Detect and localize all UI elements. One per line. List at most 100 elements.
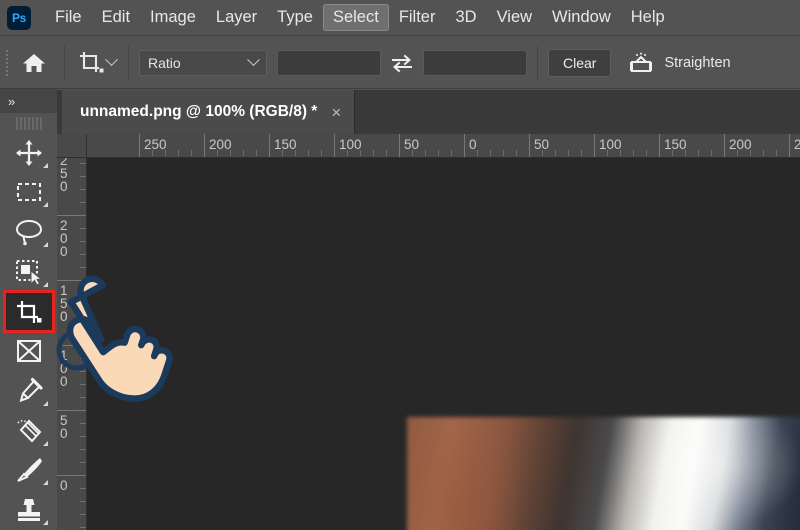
tool-healing-brush[interactable] bbox=[6, 411, 52, 451]
tool-flyout-corner-icon bbox=[42, 242, 48, 248]
tool-move[interactable] bbox=[6, 133, 52, 173]
swap-arrows-icon bbox=[392, 54, 412, 72]
ruler-minor-tick bbox=[542, 150, 543, 156]
ruler-minor-tick bbox=[763, 150, 764, 156]
ruler-minor-tick bbox=[80, 319, 86, 320]
document-tab[interactable]: unnamed.png @ 100% (RGB/8) * × bbox=[62, 90, 356, 134]
tab-close-icon[interactable]: × bbox=[331, 104, 341, 121]
quick-selection-tool-icon bbox=[15, 259, 42, 286]
ruler-minor-tick bbox=[672, 150, 673, 156]
menu-item-filter[interactable]: Filter bbox=[389, 4, 446, 32]
active-tool-preset[interactable] bbox=[75, 46, 118, 80]
ruler-tick bbox=[659, 134, 660, 157]
ruler-minor-tick bbox=[412, 150, 413, 156]
ruler-minor-tick bbox=[711, 150, 712, 156]
ruler-minor-tick bbox=[80, 449, 86, 450]
ruler-minor-tick bbox=[425, 150, 426, 156]
ruler-label: 100 bbox=[339, 137, 362, 152]
ruler-minor-tick bbox=[80, 397, 86, 398]
ruler-tick bbox=[57, 410, 86, 411]
ruler-tick bbox=[269, 134, 270, 157]
ruler-origin-corner[interactable] bbox=[57, 134, 87, 158]
crop-width-input[interactable] bbox=[277, 49, 381, 76]
swap-dimensions-button[interactable] bbox=[385, 48, 419, 78]
ruler-label: 200 bbox=[60, 218, 68, 259]
tool-crop[interactable] bbox=[2, 289, 55, 334]
menu-item-help[interactable]: Help bbox=[621, 4, 675, 32]
ruler-minor-tick bbox=[503, 150, 504, 156]
menu-item-3d[interactable]: 3D bbox=[445, 4, 486, 32]
ruler-label: 150 bbox=[60, 283, 68, 324]
aspect-ratio-select[interactable]: Ratio bbox=[139, 49, 267, 76]
ruler-minor-tick bbox=[243, 150, 244, 156]
ruler-minor-tick bbox=[360, 150, 361, 156]
menu-item-file[interactable]: File bbox=[45, 4, 92, 32]
clear-button[interactable]: Clear bbox=[548, 48, 612, 77]
tool-quick-selection[interactable] bbox=[6, 252, 52, 292]
ruler-minor-tick bbox=[217, 150, 218, 156]
ruler-minor-tick bbox=[80, 462, 86, 463]
ruler-minor-tick bbox=[295, 150, 296, 156]
ruler-label: 250 bbox=[144, 137, 167, 152]
tool-flyout-corner-icon bbox=[42, 162, 48, 168]
ratio-chevron-down-icon[interactable] bbox=[247, 53, 260, 67]
crop-height-input[interactable] bbox=[423, 49, 527, 76]
tool-clone-stamp[interactable] bbox=[6, 490, 52, 530]
ruler-minor-tick bbox=[80, 332, 86, 333]
ruler-minor-tick bbox=[451, 150, 452, 156]
vertical-ruler[interactable]: 25020015010050050 bbox=[57, 158, 87, 530]
double-chevron-right-icon[interactable]: » bbox=[8, 94, 15, 109]
tool-preset-chevron-down-icon[interactable] bbox=[105, 53, 118, 67]
crop-tool-icon bbox=[16, 300, 41, 323]
menu-item-type[interactable]: Type bbox=[267, 4, 323, 32]
menu-item-view[interactable]: View bbox=[487, 4, 542, 32]
ruler-minor-tick bbox=[490, 150, 491, 156]
tool-brush[interactable] bbox=[6, 451, 52, 491]
grip-dots-icon bbox=[6, 49, 8, 76]
menu-item-image[interactable]: Image bbox=[140, 4, 206, 32]
menu-item-layer[interactable]: Layer bbox=[206, 4, 267, 32]
tool-rectangular-marquee[interactable] bbox=[6, 173, 52, 213]
ruler-minor-tick bbox=[347, 150, 348, 156]
menu-item-select[interactable]: Select bbox=[322, 3, 389, 32]
document-image[interactable] bbox=[407, 417, 800, 530]
ruler-tick bbox=[724, 134, 725, 157]
tool-eyedropper[interactable] bbox=[6, 371, 52, 411]
tool-lasso[interactable] bbox=[6, 212, 52, 252]
ruler-minor-tick bbox=[80, 163, 86, 164]
tool-frame[interactable] bbox=[6, 331, 52, 371]
menu-item-window[interactable]: Window bbox=[542, 4, 621, 32]
tool-flyout-corner-icon bbox=[42, 202, 48, 208]
ruler-label: 0 bbox=[469, 137, 477, 152]
options-separator-3 bbox=[537, 45, 538, 80]
toolbar-grip-handle[interactable] bbox=[15, 117, 42, 130]
ruler-minor-tick bbox=[80, 423, 86, 424]
ruler-minor-tick bbox=[230, 150, 231, 156]
toolbar-expand-bar[interactable]: » bbox=[0, 89, 57, 113]
ruler-minor-tick bbox=[620, 150, 621, 156]
options-bar-grip[interactable] bbox=[0, 37, 14, 89]
menu-item-edit[interactable]: Edit bbox=[92, 4, 140, 32]
canvas-area[interactable] bbox=[87, 158, 800, 530]
straighten-icon bbox=[630, 52, 653, 72]
ruler-label: 50 bbox=[60, 413, 68, 441]
ruler-tick bbox=[139, 134, 140, 157]
healing-brush-tool-icon bbox=[16, 419, 41, 443]
menu-bar: Ps File Edit Image Layer Type Select Fil… bbox=[0, 0, 800, 36]
tool-flyout-corner-icon bbox=[42, 281, 48, 287]
ruler-minor-tick bbox=[80, 306, 86, 307]
clone-stamp-tool-icon bbox=[17, 499, 40, 522]
ruler-label: 150 bbox=[274, 137, 297, 152]
move-tool-icon bbox=[15, 139, 42, 166]
ruler-label: 250 bbox=[60, 158, 68, 194]
lasso-tool-icon bbox=[15, 220, 42, 246]
ruler-tick bbox=[464, 134, 465, 157]
ruler-minor-tick bbox=[750, 150, 751, 156]
straighten-button[interactable]: Straighten bbox=[627, 51, 731, 75]
horizontal-ruler[interactable]: 25020015010050050100150200250300 bbox=[87, 134, 800, 158]
home-button[interactable] bbox=[14, 43, 54, 83]
ruler-minor-tick bbox=[568, 150, 569, 156]
ruler-minor-tick bbox=[80, 254, 86, 255]
tool-flyout-corner-icon bbox=[42, 519, 48, 525]
ruler-minor-tick bbox=[737, 150, 738, 156]
